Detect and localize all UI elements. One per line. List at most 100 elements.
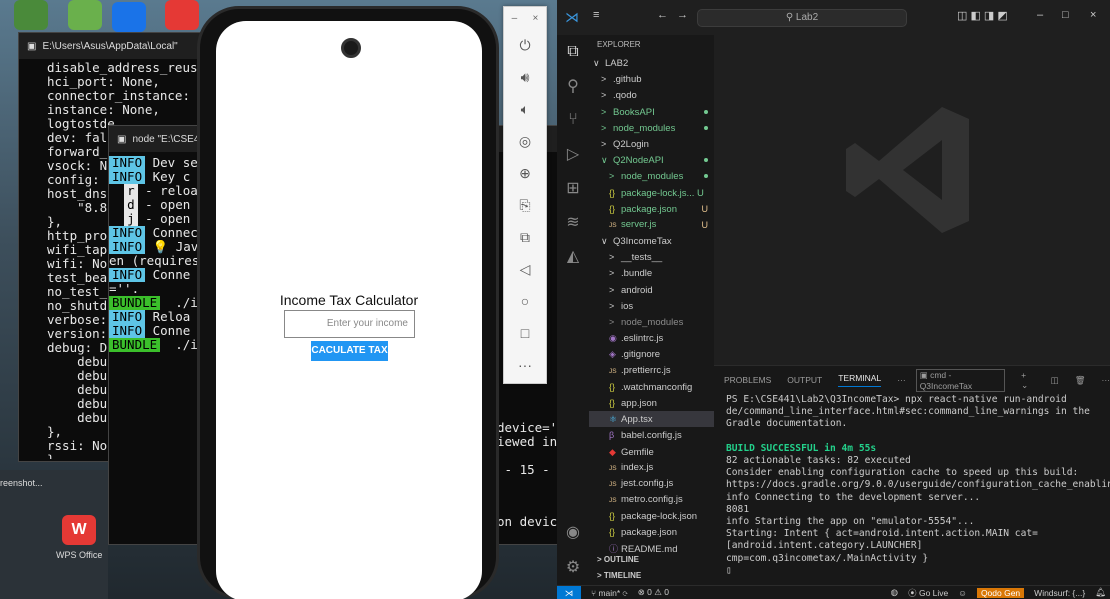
income-input[interactable]: Enter your income <box>284 310 415 338</box>
qodo-gen-status[interactable]: Qodo Gen <box>976 587 1025 598</box>
editor-area[interactable] <box>714 35 1110 365</box>
more-icon[interactable]: ··· <box>1102 375 1110 385</box>
tab-terminal[interactable]: TERMINAL <box>838 373 882 387</box>
tree-file[interactable]: JS .prettierrc.js <box>589 363 714 379</box>
wps-office-icon[interactable]: W <box>62 515 96 545</box>
window-close-icon[interactable]: × <box>1090 9 1096 21</box>
window-minimize-icon[interactable]: – <box>1037 9 1043 21</box>
phone-screen[interactable]: Income Tax Calculator Enter your income … <box>216 21 482 599</box>
tree-folder[interactable]: ∨ LAB2 <box>589 55 714 71</box>
calculate-tax-button[interactable]: CACULATE TAX <box>311 341 388 361</box>
menu-icon[interactable]: ≡ <box>593 9 599 21</box>
tree-folder[interactable]: > Q2Login <box>589 136 714 152</box>
tab-output[interactable]: OUTPUT <box>787 375 822 385</box>
more-tabs-icon[interactable]: ··· <box>897 375 906 385</box>
tree-file[interactable]: ⚛ App.tsx <box>589 411 714 428</box>
terminal-line: 8081 <box>726 503 750 515</box>
remote-icon[interactable]: ⋊ <box>557 585 581 599</box>
tab-problems[interactable]: PROBLEMS <box>724 375 771 385</box>
account-icon[interactable]: ◉ <box>557 515 589 549</box>
rotate-icon[interactable]: ⎘ <box>504 189 546 221</box>
split-terminal-icon[interactable]: ◫ <box>1051 375 1059 386</box>
fold-icon[interactable]: ⧉ <box>504 221 546 253</box>
tree-file[interactable]: {} .watchmanconfig <box>589 379 714 395</box>
search-icon[interactable]: ⚲ <box>557 69 589 103</box>
chevron-icon: > <box>601 122 607 133</box>
windsurf-status[interactable]: Windsurf: {...} <box>1034 588 1085 598</box>
tree-file[interactable]: JS metro.config.js <box>589 492 714 508</box>
tree-folder[interactable]: > node_modules <box>589 120 714 136</box>
tree-folder[interactable]: > ios <box>589 298 714 314</box>
settings-gear-icon[interactable]: ⚙ <box>557 550 589 584</box>
home-icon[interactable]: ○ <box>504 285 546 317</box>
source-control-icon[interactable]: ⑂ <box>557 103 589 137</box>
power-icon[interactable]: ⏻ <box>504 29 546 61</box>
tree-folder[interactable]: > android <box>589 282 714 298</box>
terminal-selector[interactable]: ▣ cmd - Q3IncomeTax <box>915 368 1006 392</box>
tree-file[interactable]: {} package.json <box>589 524 714 540</box>
nav-forward-icon[interactable]: → <box>677 9 688 21</box>
volume-down-icon[interactable]: 🔈︎ <box>504 93 546 125</box>
command-search-input[interactable]: ⚲ Lab2 <box>697 9 907 27</box>
tree-file[interactable]: β babel.config.js <box>589 427 714 443</box>
explorer-sidebar: EXPLORER ∨ LAB2 > .github > .qodo > BooksAPI > no… <box>589 35 714 585</box>
layout-icons[interactable]: ◫ ◧ ◨ ◩ <box>957 9 1008 22</box>
branch-status[interactable]: ⑂ main* ⟳ <box>591 588 628 598</box>
minimize-icon[interactable]: – <box>512 13 518 24</box>
tree-file[interactable]: JS index.js <box>589 460 714 476</box>
desktop-app-icon[interactable] <box>112 2 146 32</box>
zoom-in-icon[interactable]: ⊕ <box>504 157 546 189</box>
tree-folder[interactable]: > node_modules <box>589 314 714 330</box>
terminal-text: en (requires <box>109 254 200 268</box>
desktop-app-icon[interactable] <box>165 0 199 30</box>
windsurf-icon[interactable]: ≋ <box>557 205 589 239</box>
notifications-icon[interactable]: 🔔︎ <box>1095 587 1110 598</box>
tree-file[interactable]: ◈ .gitignore <box>589 346 714 362</box>
tree-folder[interactable]: ∨ Q2NodeAPI <box>589 152 714 168</box>
timeline-section[interactable]: > TIMELINE <box>589 571 714 585</box>
tree-folder[interactable]: > .qodo <box>589 87 714 103</box>
outline-section[interactable]: > OUTLINE <box>589 555 714 569</box>
tree-file[interactable]: {} package.json U <box>589 201 714 217</box>
run-debug-icon[interactable]: ▷ <box>557 137 589 171</box>
file-type-icon: {} <box>609 527 616 538</box>
close-icon[interactable]: × <box>533 13 539 24</box>
problems-status[interactable]: ⊗ 0 ⚠ 0 <box>638 587 669 598</box>
tree-folder[interactable]: ∨ Q3IncomeTax <box>589 233 714 249</box>
more-icon[interactable]: ··· <box>504 349 546 381</box>
desktop-app-icon[interactable] <box>68 0 102 30</box>
copilot-icon[interactable]: ◍ <box>891 587 898 598</box>
extensions-icon[interactable]: ⊞ <box>557 171 589 205</box>
tree-folder[interactable]: > BooksAPI <box>589 104 714 120</box>
volume-up-icon[interactable]: 🔊︎ <box>504 61 546 93</box>
terminal-output[interactable]: PS E:\CSE441\Lab2\Q3IncomeTax> npx react… <box>714 394 1110 577</box>
window-maximize-icon[interactable]: □ <box>1062 9 1069 21</box>
tree-file[interactable]: {} package-lock.json <box>589 508 714 524</box>
trash-icon[interactable]: 🗑︎ <box>1075 375 1086 386</box>
desktop-app-icon[interactable] <box>14 0 48 30</box>
tree-file[interactable]: ◉ .eslintrc.js <box>589 330 714 346</box>
golive-status[interactable]: ⦿ Go Live <box>908 587 948 599</box>
tree-file[interactable]: JS jest.config.js <box>589 476 714 492</box>
feedback-icon[interactable]: ☺ <box>958 588 967 598</box>
camera-icon[interactable]: ◎ <box>504 125 546 157</box>
nav-back-icon[interactable]: ← <box>657 9 668 21</box>
desktop-icon-label[interactable]: reenshot... <box>0 478 43 488</box>
tree-folder[interactable]: > .bundle <box>589 265 714 281</box>
tree-file[interactable]: {} app.json <box>589 395 714 411</box>
tree-folder[interactable]: > .github <box>589 71 714 87</box>
android-icon[interactable]: ◭ <box>557 239 589 273</box>
tree-folder[interactable]: > node_modules <box>589 168 714 184</box>
tree-file[interactable]: {} package-lock.js... U <box>589 185 714 201</box>
file-type-icon: {} <box>609 381 616 392</box>
tree-file[interactable]: JS server.js U <box>589 217 714 233</box>
back-icon[interactable]: ◁ <box>504 253 546 285</box>
file-type-icon: {} <box>609 187 616 198</box>
tree-folder[interactable]: > __tests__ <box>589 249 714 265</box>
overview-icon[interactable]: □ <box>504 317 546 349</box>
tree-item-label: node_modules <box>621 317 684 328</box>
explorer-icon[interactable]: ⧉ <box>557 35 589 69</box>
tree-file[interactable]: ◆ Gemfile <box>589 444 714 460</box>
new-terminal-icon[interactable]: + ⌄ <box>1021 370 1035 391</box>
desktop-icon-label[interactable]: WPS Office <box>56 550 102 560</box>
